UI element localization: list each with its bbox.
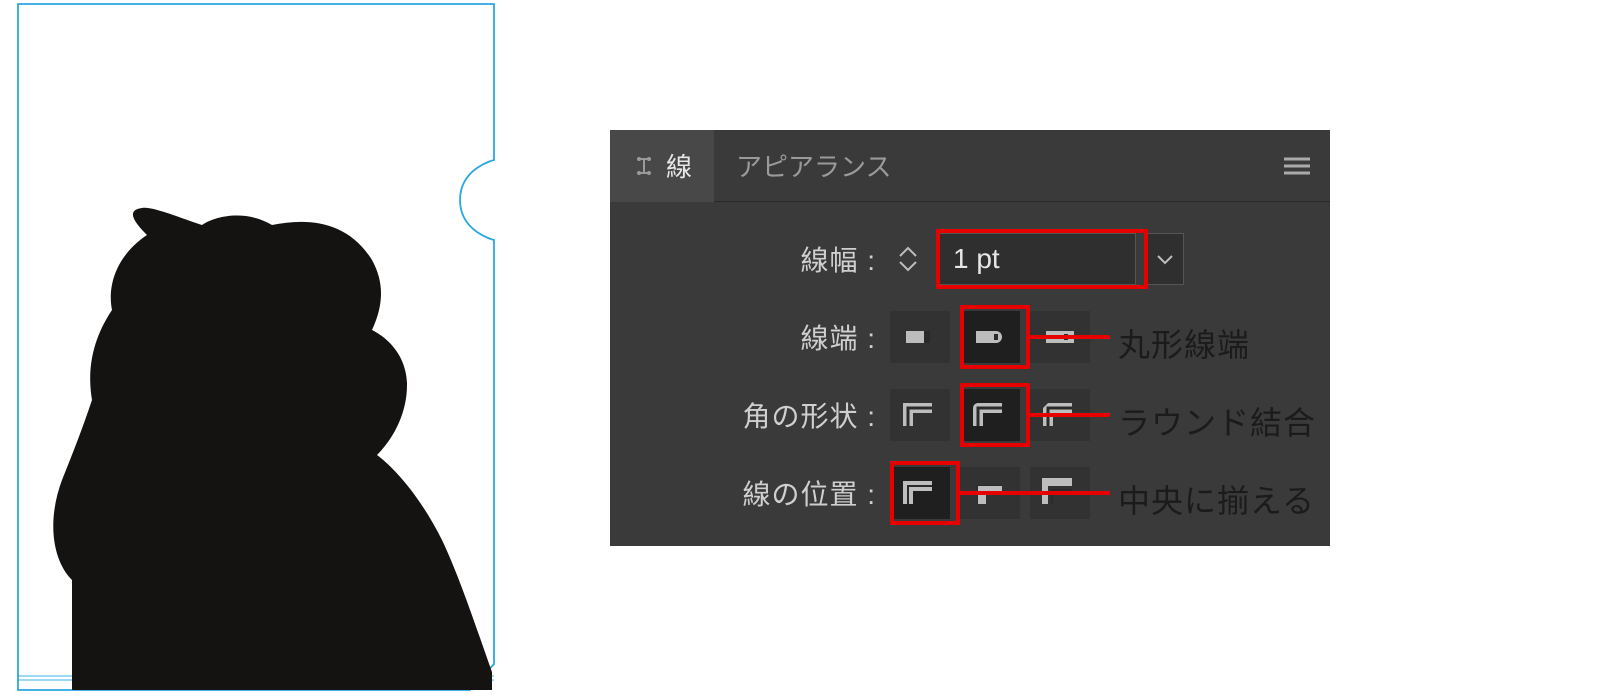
align-center-button[interactable] bbox=[890, 467, 950, 519]
panel-tabbar: 線 アピアランス bbox=[610, 130, 1330, 202]
tab-stroke[interactable]: 線 bbox=[610, 130, 714, 202]
link-icon bbox=[632, 154, 656, 178]
label-corner: 角の形状 : bbox=[610, 395, 890, 435]
annot-align: 中央に揃える bbox=[1118, 476, 1315, 522]
corner-round-button[interactable] bbox=[960, 389, 1020, 441]
corner-miter-button[interactable] bbox=[890, 389, 950, 441]
cap-projecting-button[interactable] bbox=[1030, 311, 1090, 363]
controls-cap bbox=[890, 311, 1090, 363]
corner-bevel-button[interactable] bbox=[1030, 389, 1090, 441]
stroke-weight-dropdown[interactable] bbox=[1146, 233, 1184, 285]
row-stroke-weight: 線幅 : 1 pt bbox=[610, 220, 1330, 298]
canvas-artboard bbox=[12, 0, 502, 696]
cap-round-button[interactable] bbox=[960, 311, 1020, 363]
label-cap: 線端 : bbox=[610, 317, 890, 357]
label-align: 線の位置 : bbox=[610, 473, 890, 513]
tab-stroke-label: 線 bbox=[666, 147, 692, 184]
align-inside-button[interactable] bbox=[960, 467, 1020, 519]
stroke-weight-input[interactable]: 1 pt bbox=[936, 233, 1136, 285]
annot-cap: 丸形線端 bbox=[1118, 320, 1250, 366]
controls-stroke-weight: 1 pt bbox=[890, 233, 1184, 285]
align-outside-button[interactable] bbox=[1030, 467, 1090, 519]
tab-appearance-label: アピアランス bbox=[736, 147, 891, 184]
cap-butt-button[interactable] bbox=[890, 311, 950, 363]
stroke-panel-wrap: 線 アピアランス 線幅 : bbox=[610, 130, 1330, 546]
weight-stepper[interactable] bbox=[890, 233, 926, 285]
annot-corner: ラウンド結合 bbox=[1118, 398, 1316, 444]
dog-silhouette bbox=[12, 0, 502, 696]
tab-appearance[interactable]: アピアランス bbox=[714, 130, 913, 202]
stroke-weight-value: 1 pt bbox=[953, 243, 1000, 275]
controls-align bbox=[890, 467, 1090, 519]
panel-flyout-menu[interactable] bbox=[1282, 130, 1312, 202]
label-stroke-weight: 線幅 : bbox=[610, 239, 890, 279]
controls-corner bbox=[890, 389, 1090, 441]
